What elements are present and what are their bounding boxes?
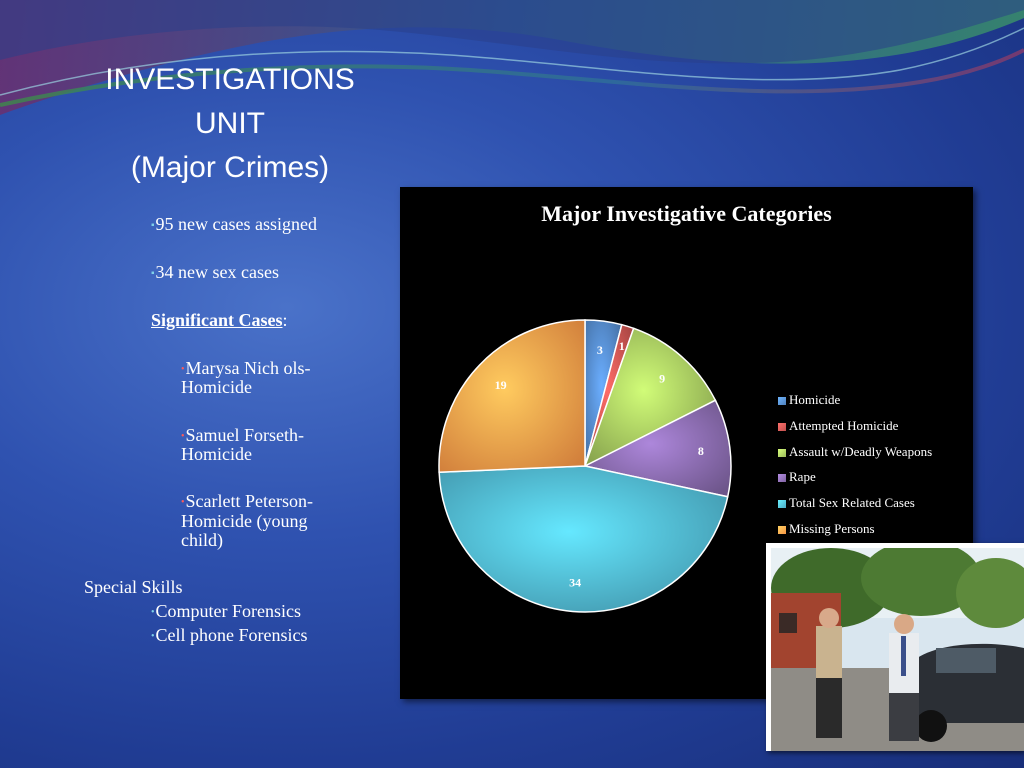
skill-item: •Computer Forensics (151, 601, 301, 623)
legend-item: Rape (778, 467, 973, 493)
legend-label: Missing Persons (789, 520, 875, 536)
bullet-marker: ▪ (151, 267, 155, 279)
legend-swatch (778, 448, 786, 457)
case-text: Samuel Forseth- (185, 425, 305, 445)
skill-text: Cell phone Forensics (155, 625, 308, 645)
bullet-text: 95 new cases assigned (155, 214, 318, 234)
team-photo (766, 543, 1024, 751)
bullet-new-cases: ▪95 new cases assigned (151, 214, 317, 236)
legend-swatch (778, 474, 786, 483)
case-text: Homicide (181, 377, 252, 397)
pie-data-label: 8 (698, 444, 704, 458)
bullet-list: ▪95 new cases assigned ▪34 new sex cases… (0, 0, 400, 768)
legend-swatch (778, 500, 786, 509)
colon: : (282, 310, 288, 330)
legend-swatch (778, 525, 786, 534)
skill-item: •Cell phone Forensics (151, 625, 308, 647)
legend-label: Total Sex Related Cases (789, 495, 915, 511)
sub-marker: • (181, 363, 185, 375)
photo-image (771, 548, 1024, 751)
legend-item: Attempted Homicide (778, 416, 973, 442)
legend-label: Homicide (789, 392, 841, 407)
case-text: Scarlett Peterson- (185, 491, 313, 511)
sub-marker: • (181, 430, 185, 442)
legend-item: Missing Persons (778, 519, 973, 545)
sub-marker: • (181, 496, 185, 508)
legend-swatch (778, 422, 786, 431)
significant-cases-heading: Significant Cases: (151, 310, 288, 330)
bullet-marker: ▪ (151, 219, 155, 231)
case-text: child) (181, 530, 223, 550)
legend-swatch (778, 397, 786, 405)
legend-label: Attempted Homicide (789, 417, 899, 433)
legend-label: Rape (789, 469, 816, 485)
significant-label: Significant Cases (151, 310, 283, 330)
pie-data-label: 3 (597, 343, 603, 357)
pie-data-label: 9 (659, 371, 665, 385)
pie-slice-total-sex-related-cases (438, 465, 729, 613)
sub-marker: • (151, 606, 155, 618)
case-item: •Scarlett Peterson- (181, 491, 313, 513)
legend-item: Assault w/Deadly Weapons (778, 442, 973, 468)
case-text: Homicide (181, 444, 252, 464)
sub-marker: • (151, 630, 155, 642)
pie-data-label: 1 (619, 339, 625, 353)
case-text: Homicide (young (181, 511, 308, 531)
chart-legend: Homicide Attempted Homicide Assault w/Dead… (778, 390, 973, 545)
bullet-sex-cases: ▪34 new sex cases (151, 262, 279, 284)
case-text: Marysa Nich ols- (185, 358, 311, 378)
skill-text: Computer Forensics (155, 601, 302, 621)
bullet-text: 34 new sex cases (155, 262, 280, 282)
pie-slice-missing-persons (438, 319, 586, 473)
special-skills-heading: Special Skills (84, 577, 183, 597)
pie-data-label: 19 (495, 378, 507, 392)
pie-data-label: 34 (569, 575, 581, 589)
legend-item: Homicide (778, 390, 973, 416)
legend-item: Total Sex Related Cases (778, 493, 973, 519)
legend-label: Assault w/Deadly Weapons (789, 443, 933, 459)
